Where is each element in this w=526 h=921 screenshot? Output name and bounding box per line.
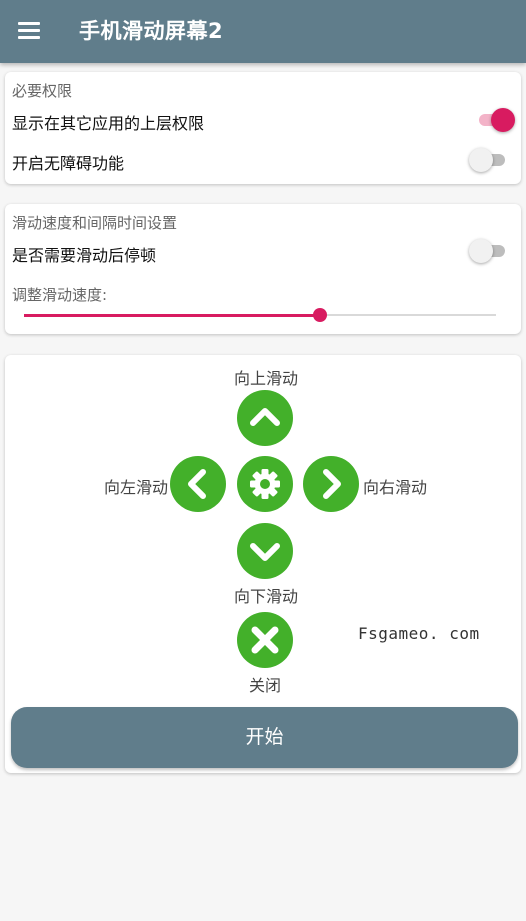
- speed-section-title: 滑动速度和间隔时间设置: [12, 214, 178, 232]
- overlay-permission-label: 显示在其它应用的上层权限: [12, 114, 205, 133]
- close-button[interactable]: [237, 612, 293, 668]
- swipe-up-label: 向上滑动: [234, 369, 299, 388]
- settings-button[interactable]: [237, 456, 293, 512]
- swipe-right-button[interactable]: [303, 456, 359, 512]
- accessibility-label: 开启无障碍功能: [12, 154, 125, 173]
- chevron-left-icon: [188, 469, 206, 499]
- chevron-up-icon: [250, 408, 280, 426]
- watermark-text: Fsgameo. com: [358, 624, 480, 643]
- slider-fill: [24, 313, 321, 317]
- swipe-left-label: 向左滑动: [104, 478, 169, 497]
- swipe-right-label: 向右滑动: [363, 478, 428, 497]
- pause-after-swipe-switch[interactable]: [469, 238, 509, 264]
- speed-slider[interactable]: [24, 305, 496, 325]
- pause-after-swipe-label: 是否需要滑动后停顿: [12, 246, 157, 265]
- permissions-section-title: 必要权限: [12, 82, 73, 100]
- overlay-permission-switch[interactable]: [475, 107, 515, 133]
- chevron-down-icon: [250, 543, 280, 561]
- start-button[interactable]: 开始: [11, 707, 518, 768]
- chevron-right-icon: [323, 469, 341, 499]
- gear-icon: [250, 469, 280, 499]
- swipe-down-button[interactable]: [237, 523, 293, 579]
- swipe-down-label: 向下滑动: [234, 587, 299, 606]
- slider-thumb[interactable]: [313, 308, 328, 322]
- app-title: 手机滑动屏幕2: [79, 19, 224, 43]
- speed-slider-label: 调整滑动速度:: [12, 286, 108, 304]
- swipe-up-button[interactable]: [237, 390, 293, 446]
- close-icon: [251, 626, 279, 654]
- hamburger-menu-icon[interactable]: [17, 20, 41, 40]
- app-bar: 手机滑动屏幕2: [0, 0, 526, 63]
- swipe-left-button[interactable]: [170, 456, 226, 512]
- close-label: 关闭: [249, 676, 282, 695]
- accessibility-switch[interactable]: [469, 147, 509, 173]
- permissions-card: 必要权限 显示在其它应用的上层权限 开启无障碍功能: [5, 72, 521, 184]
